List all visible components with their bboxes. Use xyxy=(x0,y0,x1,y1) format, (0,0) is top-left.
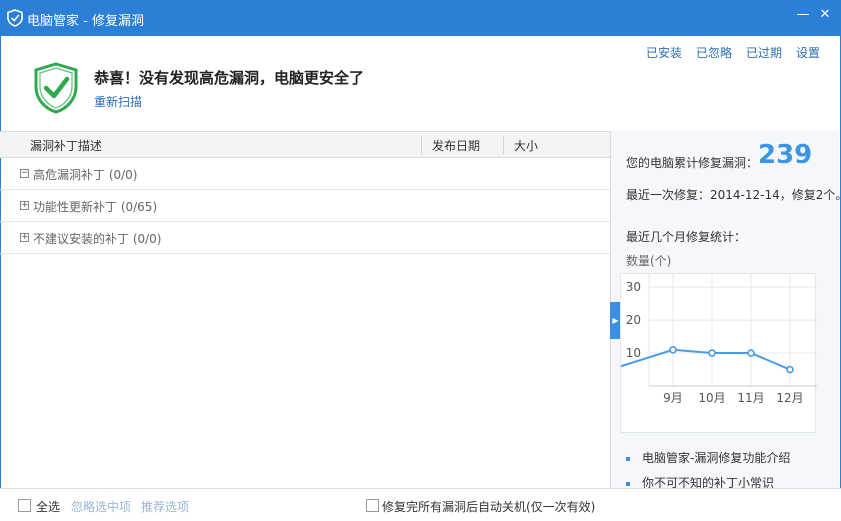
list-header: 漏洞补丁描述 发布日期 大小 xyxy=(0,132,610,158)
x-tick-label: 12月 xyxy=(776,391,803,405)
shield-check-icon xyxy=(34,62,78,114)
column-divider xyxy=(421,136,422,154)
ignore-selected-link[interactable]: 忽略选中项 xyxy=(71,498,131,515)
group-label: 功能性更新补丁 (0/65) xyxy=(33,200,158,214)
title-bar: 电脑管家 - 修复漏洞 — ✕ xyxy=(0,0,841,36)
x-tick-label: 10月 xyxy=(698,391,725,405)
x-tick-label: 11月 xyxy=(737,391,764,405)
group-label: 高危漏洞补丁 (0/0) xyxy=(33,168,138,182)
link-text: 电脑管家-漏洞修复功能介绍 xyxy=(642,451,791,465)
chart-unit-label: 数量(个) xyxy=(626,254,672,268)
data-point xyxy=(669,345,677,354)
repair-chart: 10 20 30 9月 10月 11月 12月 xyxy=(620,273,817,433)
last-repair: 最近一次修复：2014-12-14，修复2个。 xyxy=(626,188,841,202)
status-headline: 恭喜！没有发现高危漏洞，电脑更安全了 xyxy=(94,69,365,87)
link-installed[interactable]: 已安装 xyxy=(646,44,682,61)
collapse-icon[interactable]: − xyxy=(20,169,29,178)
column-divider xyxy=(503,136,504,154)
close-button[interactable]: ✕ xyxy=(818,8,832,22)
stats-title: 最近几个月修复统计： xyxy=(626,230,747,244)
shield-logo-icon xyxy=(7,9,23,27)
column-date[interactable]: 发布日期 xyxy=(432,137,480,154)
rescan-link[interactable]: 重新扫描 xyxy=(94,93,142,110)
recommended-link[interactable]: 推荐选项 xyxy=(141,498,189,515)
auto-shutdown-label[interactable]: 修复完所有漏洞后自动关机(仅一次有效) xyxy=(382,498,595,515)
bullet-icon xyxy=(626,456,630,461)
data-point xyxy=(786,365,794,374)
data-point xyxy=(708,349,716,357)
select-all-label[interactable]: 全选 xyxy=(36,498,60,515)
total-label: 您的电脑累计修复漏洞： xyxy=(626,156,759,170)
x-tick-label: 9月 xyxy=(663,391,683,405)
y-tick-label: 10 xyxy=(626,346,641,360)
link-feature-intro[interactable]: 电脑管家-漏洞修复功能介绍 xyxy=(626,449,790,466)
minimize-button[interactable]: — xyxy=(796,8,810,22)
select-all-checkbox[interactable] xyxy=(18,499,31,512)
link-settings[interactable]: 设置 xyxy=(796,44,820,61)
data-point xyxy=(747,349,755,357)
total-count: 239 xyxy=(758,140,813,170)
group-not-recommended[interactable]: + 不建议安装的补丁 (0/0) xyxy=(0,222,610,254)
y-tick-label: 20 xyxy=(626,313,641,327)
auto-shutdown-checkbox[interactable] xyxy=(366,499,379,512)
window-title: 电脑管家 - 修复漏洞 xyxy=(27,14,144,29)
bullet-icon xyxy=(626,481,630,486)
group-functional[interactable]: + 功能性更新补丁 (0/65) xyxy=(0,190,610,222)
column-description[interactable]: 漏洞补丁描述 xyxy=(30,137,102,154)
footer-bar: 全选 忽略选中项 推荐选项 修复完所有漏洞后自动关机(仅一次有效) xyxy=(0,488,841,521)
group-label: 不建议安装的补丁 (0/0) xyxy=(33,232,162,246)
link-ignored[interactable]: 已忽略 xyxy=(696,44,732,61)
group-critical[interactable]: − 高危漏洞补丁 (0/0) xyxy=(0,158,610,190)
expand-icon[interactable]: + xyxy=(20,233,29,242)
repair-line-chart: 10 20 30 9月 10月 11月 12月 xyxy=(620,274,817,405)
patch-list: 漏洞补丁描述 发布日期 大小 − 高危漏洞补丁 (0/0) + 功能性更新补丁 … xyxy=(0,131,610,488)
expand-icon[interactable]: + xyxy=(20,201,29,210)
link-expired[interactable]: 已过期 xyxy=(746,44,782,61)
column-size[interactable]: 大小 xyxy=(514,137,538,154)
y-tick-label: 30 xyxy=(626,280,641,294)
